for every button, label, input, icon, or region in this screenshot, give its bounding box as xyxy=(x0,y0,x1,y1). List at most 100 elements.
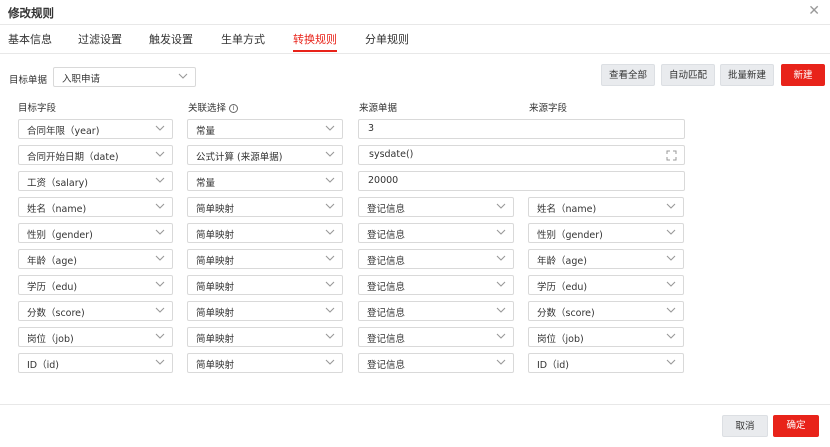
view-all-button[interactable]: 查看全部 xyxy=(601,64,655,86)
chevron-down-icon xyxy=(666,307,676,313)
relation-value: 简单映射 xyxy=(196,230,235,241)
source-field-select[interactable]: 性别（gender) xyxy=(528,223,684,243)
relation-select[interactable]: 简单映射 xyxy=(187,275,343,295)
new-button[interactable]: 新建 xyxy=(781,64,825,86)
chevron-down-icon xyxy=(325,255,335,261)
info-icon[interactable]: i xyxy=(229,104,239,113)
cancel-button[interactable]: 取消 xyxy=(722,415,768,437)
source-doc-value: 登记信息 xyxy=(367,256,406,267)
tab-generation-method[interactable]: 生单方式 xyxy=(221,32,265,52)
relation-select[interactable]: 常量 xyxy=(187,119,343,139)
source-field-select[interactable]: 学历（edu) xyxy=(528,275,684,295)
relation-value: 简单映射 xyxy=(196,334,235,345)
chevron-down-icon xyxy=(155,333,165,339)
formula-input[interactable]: sysdate() xyxy=(358,145,685,165)
col-relation-label: 关联选择 xyxy=(188,103,227,114)
source-field-select[interactable]: 岗位（job) xyxy=(528,327,684,347)
close-icon[interactable]: ✕ xyxy=(808,4,820,18)
constant-input[interactable]: 20000 xyxy=(358,171,685,191)
relation-value: 常量 xyxy=(196,178,216,189)
tab-bar: 基本信息 过滤设置 触发设置 生单方式 转换规则 分单规则 xyxy=(0,32,830,54)
relation-select[interactable]: 简单映射 xyxy=(187,301,343,321)
target-doc-label: 目标单据 xyxy=(9,75,48,86)
target-field-select[interactable]: 合同年限（year) xyxy=(18,119,173,139)
chevron-down-icon xyxy=(666,203,676,209)
source-doc-select[interactable]: 登记信息 xyxy=(358,353,514,373)
relation-select[interactable]: 常量 xyxy=(187,171,343,191)
chevron-down-icon xyxy=(666,359,676,365)
target-field-value: 学历（edu) xyxy=(27,282,78,293)
relation-select[interactable]: 简单映射 xyxy=(187,353,343,373)
source-field-value: 年龄（age) xyxy=(537,256,587,267)
chevron-down-icon xyxy=(155,359,165,365)
source-field-select[interactable]: 年龄（age) xyxy=(528,249,684,269)
source-doc-value: 登记信息 xyxy=(367,230,406,241)
chevron-down-icon xyxy=(155,151,165,157)
target-field-select[interactable]: 性别（gender) xyxy=(18,223,173,243)
relation-value: 简单映射 xyxy=(196,204,235,215)
ok-button[interactable]: 确定 xyxy=(773,415,819,437)
target-field-select[interactable]: 合同开始日期（date) xyxy=(18,145,173,165)
constant-value: 3 xyxy=(368,123,375,134)
target-field-select[interactable]: 岗位（job) xyxy=(18,327,173,347)
formula-value: sysdate() xyxy=(369,149,414,160)
target-doc-select[interactable]: 入职申请 xyxy=(53,67,196,87)
dialog-header: 修改规则 ✕ xyxy=(0,0,830,24)
tab-filter-settings[interactable]: 过滤设置 xyxy=(78,32,122,52)
constant-input[interactable]: 3 xyxy=(358,119,685,139)
target-field-value: 分数（score) xyxy=(27,308,85,319)
target-field-select[interactable]: 学历（edu) xyxy=(18,275,173,295)
chevron-down-icon xyxy=(325,281,335,287)
auto-match-button[interactable]: 自动匹配 xyxy=(661,64,715,86)
relation-select[interactable]: 简单映射 xyxy=(187,223,343,243)
tabs-divider xyxy=(0,53,830,54)
source-field-select[interactable]: ID（id) xyxy=(528,353,684,373)
target-field-value: 合同开始日期（date) xyxy=(27,152,119,163)
source-doc-select[interactable]: 登记信息 xyxy=(358,301,514,321)
col-relation: 关联选择 i xyxy=(188,100,239,114)
chevron-down-icon xyxy=(155,203,165,209)
chevron-down-icon xyxy=(496,359,506,365)
batch-new-button[interactable]: 批量新建 xyxy=(720,64,774,86)
source-doc-select[interactable]: 登记信息 xyxy=(358,275,514,295)
tab-basic-info[interactable]: 基本信息 xyxy=(8,32,52,52)
source-doc-select[interactable]: 登记信息 xyxy=(358,197,514,217)
target-field-value: 性别（gender) xyxy=(27,230,93,241)
chevron-down-icon xyxy=(155,307,165,313)
chevron-down-icon xyxy=(325,359,335,365)
source-doc-select[interactable]: 登记信息 xyxy=(358,223,514,243)
relation-select[interactable]: 简单映射 xyxy=(187,327,343,347)
chevron-down-icon xyxy=(325,151,335,157)
col-source-field: 来源字段 xyxy=(529,103,568,114)
constant-value: 20000 xyxy=(368,175,399,186)
footer-divider xyxy=(0,404,830,405)
relation-select[interactable]: 简单映射 xyxy=(187,249,343,269)
tab-split-rules[interactable]: 分单规则 xyxy=(365,32,409,52)
target-field-select[interactable]: 年龄（age) xyxy=(18,249,173,269)
relation-select[interactable]: 公式计算 (来源单据) xyxy=(187,145,343,165)
source-field-select[interactable]: 分数（score) xyxy=(528,301,684,321)
chevron-down-icon xyxy=(325,203,335,209)
chevron-down-icon xyxy=(496,229,506,235)
relation-value: 简单映射 xyxy=(196,256,235,267)
expand-icon[interactable] xyxy=(666,150,677,161)
source-field-value: 岗位（job) xyxy=(537,334,584,345)
tab-trigger-settings[interactable]: 触发设置 xyxy=(149,32,193,52)
target-field-select[interactable]: 分数（score) xyxy=(18,301,173,321)
target-field-select[interactable]: ID（id) xyxy=(18,353,173,373)
target-field-select[interactable]: 工资（salary) xyxy=(18,171,173,191)
col-source-doc: 来源单据 xyxy=(359,103,398,114)
relation-value: 简单映射 xyxy=(196,308,235,319)
target-doc-value: 入职申请 xyxy=(62,74,101,85)
chevron-down-icon xyxy=(666,333,676,339)
chevron-down-icon xyxy=(155,125,165,131)
tab-conversion-rules[interactable]: 转换规则 xyxy=(293,32,337,52)
source-doc-select[interactable]: 登记信息 xyxy=(358,249,514,269)
target-field-select[interactable]: 姓名（name) xyxy=(18,197,173,217)
source-field-select[interactable]: 姓名（name) xyxy=(528,197,684,217)
source-doc-value: 登记信息 xyxy=(367,360,406,371)
header-divider xyxy=(0,24,830,25)
relation-select[interactable]: 简单映射 xyxy=(187,197,343,217)
source-doc-select[interactable]: 登记信息 xyxy=(358,327,514,347)
source-field-value: 学历（edu) xyxy=(537,282,588,293)
